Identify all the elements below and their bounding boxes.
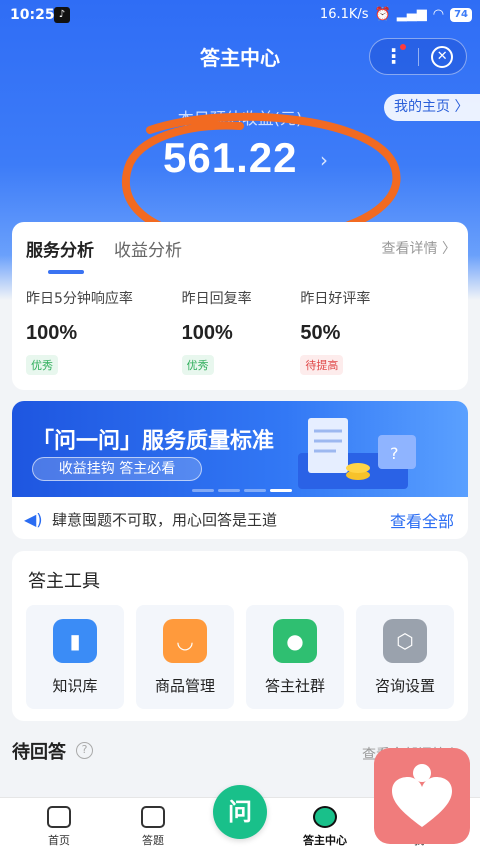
close-button[interactable]: ✕ bbox=[418, 45, 466, 68]
ask-button[interactable]: 问 bbox=[213, 785, 267, 839]
tab-service-analysis[interactable]: 服务分析 bbox=[26, 236, 94, 274]
status-time: 10:25 bbox=[10, 7, 55, 23]
tab-answerer-center[interactable]: 答主中心 bbox=[290, 806, 360, 848]
help-icon[interactable]: ? bbox=[76, 742, 93, 759]
metric-positive-rate: 昨日好评率 50% 待提高 bbox=[300, 288, 456, 375]
tool-label: 答主社群 bbox=[264, 677, 325, 695]
home-icon bbox=[47, 806, 71, 828]
tool-label: 商品管理 bbox=[154, 677, 215, 695]
tab-home[interactable]: 首页 bbox=[24, 806, 94, 848]
tool-label: 咨询设置 bbox=[374, 677, 435, 695]
banner-illustration: ? bbox=[298, 418, 416, 489]
tool-community[interactable]: ● 答主社群 bbox=[246, 605, 344, 709]
tools-title: 答主工具 bbox=[28, 571, 100, 592]
tab-label: 答主中心 bbox=[303, 834, 347, 847]
announcement-text: 肆意囤题不可取，用心回答是王道 bbox=[52, 511, 278, 529]
wifi-icon: ◠ bbox=[432, 7, 445, 22]
shopping-bag-icon: ◡ bbox=[163, 619, 207, 663]
metric-label: 昨日好评率 bbox=[300, 291, 371, 307]
tool-consult-settings[interactable]: ⬡ 咨询设置 bbox=[356, 605, 454, 709]
status-badge: 待提高 bbox=[300, 355, 344, 375]
document-icon bbox=[141, 806, 165, 828]
pending-answers-title: 待回答 bbox=[12, 742, 66, 763]
tool-product-management[interactable]: ◡ 商品管理 bbox=[136, 605, 234, 709]
banner-subtitle: 收益挂钩 答主必看 bbox=[32, 457, 202, 481]
net-speed: 16.1K/s bbox=[319, 7, 369, 22]
earnings-label: 本日预估收益(元) bbox=[177, 109, 303, 128]
community-icon: ● bbox=[273, 619, 317, 663]
view-all-link[interactable]: 查看全部 bbox=[390, 508, 454, 532]
speaker-icon: ◀) bbox=[24, 510, 43, 529]
status-badge: 优秀 bbox=[181, 355, 214, 375]
close-icon: ✕ bbox=[431, 45, 454, 68]
service-quality-banner[interactable]: 「问一问」服务质量标准 收益挂钩 答主必看 ? bbox=[12, 401, 468, 497]
metric-reply-rate: 昨日回复率 100% 优秀 bbox=[181, 288, 301, 375]
heart-person-icon bbox=[392, 764, 452, 827]
more-button[interactable]: ⋮ bbox=[370, 38, 418, 75]
tiktok-notification-icon: ♪ bbox=[54, 7, 70, 23]
metric-value: 100% bbox=[181, 322, 233, 344]
battery-icon: 74 bbox=[450, 7, 472, 22]
view-details-link[interactable]: 查看详情 〉 bbox=[382, 238, 456, 258]
banner-title: 「问一问」服务质量标准 bbox=[32, 429, 275, 454]
settings-hex-icon: ⬡ bbox=[383, 619, 427, 663]
earnings-value[interactable]: 561.22 bbox=[163, 134, 297, 182]
answerer-center-icon bbox=[313, 806, 337, 828]
mini-program-capsule: ⋮ ✕ bbox=[369, 38, 467, 75]
book-icon: ▮ bbox=[53, 619, 97, 663]
service-analysis-card: 服务分析 收益分析 查看详情 〉 昨日5分钟响应率 100% 优秀 昨日回复率 … bbox=[12, 222, 468, 390]
tool-knowledge-base[interactable]: ▮ 知识库 bbox=[26, 605, 124, 709]
tab-label: 答题 bbox=[142, 834, 164, 847]
metric-label: 昨日5分钟响应率 bbox=[26, 291, 133, 307]
alarm-icon: ⏰ bbox=[374, 7, 391, 22]
answerer-tools-card: 答主工具 ▮ 知识库 ◡ 商品管理 ● 答主社群 ⬡ 咨询设置 bbox=[12, 551, 468, 721]
notification-dot bbox=[400, 44, 406, 50]
tab-income-analysis[interactable]: 收益分析 bbox=[114, 236, 182, 261]
metric-response-rate: 昨日5分钟响应率 100% 优秀 bbox=[26, 288, 182, 375]
carousel-indicator bbox=[192, 489, 292, 492]
tool-label: 知识库 bbox=[52, 677, 98, 695]
announcement-bar: ◀) 肆意囤题不可取，用心回答是王道 查看全部 bbox=[12, 497, 468, 539]
metric-label: 昨日回复率 bbox=[181, 291, 252, 307]
tab-label: 首页 bbox=[48, 834, 70, 847]
tab-answer[interactable]: 答题 bbox=[118, 806, 188, 848]
chevron-right-icon[interactable]: › bbox=[320, 148, 328, 172]
status-badge: 优秀 bbox=[26, 355, 58, 375]
floating-heart-widget[interactable] bbox=[374, 748, 470, 844]
metric-value: 50% bbox=[300, 322, 341, 344]
signal-icon: ▂▄▆ bbox=[396, 7, 427, 22]
status-bar: 10:25 ♪ 16.1K/s ⏰ ▂▄▆ ◠ 74 bbox=[0, 0, 480, 34]
svg-text:?: ? bbox=[390, 444, 399, 463]
metric-value: 100% bbox=[26, 322, 78, 344]
